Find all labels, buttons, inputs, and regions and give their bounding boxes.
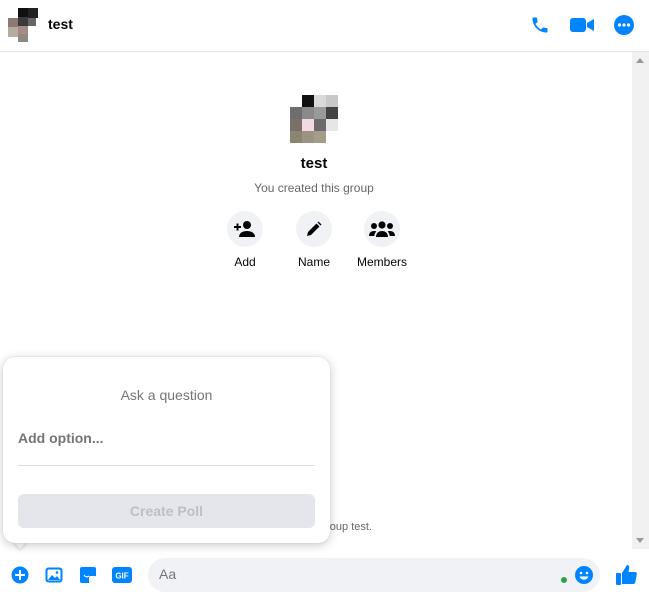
photo-icon[interactable] <box>44 565 64 585</box>
add-person-icon[interactable] <box>227 211 263 247</box>
thumbs-up-icon[interactable] <box>614 563 638 587</box>
gif-icon[interactable]: GIF <box>112 565 132 585</box>
members-action[interactable]: Members <box>347 211 417 269</box>
gif-icon-label: GIF <box>115 572 128 581</box>
rename-group-action[interactable]: Name <box>279 211 349 269</box>
poll-question-input[interactable] <box>18 387 315 403</box>
message-input-wrap[interactable] <box>148 558 600 592</box>
group-avatar-small[interactable] <box>4 6 40 44</box>
poll-popup: Create Poll <box>3 357 330 543</box>
scrollbar[interactable] <box>632 52 649 549</box>
sticker-icon[interactable] <box>78 565 98 585</box>
emoji-icon[interactable] <box>574 565 594 585</box>
group-avatar[interactable] <box>290 95 338 143</box>
poll-divider <box>18 465 315 466</box>
scroll-down-arrow-icon[interactable] <box>636 538 644 543</box>
online-status-dot <box>561 577 567 583</box>
video-camera-icon[interactable] <box>568 12 596 38</box>
poll-option-input[interactable] <box>18 430 315 446</box>
pencil-icon[interactable] <box>296 211 332 247</box>
members-icon[interactable] <box>364 211 400 247</box>
name-label: Name <box>297 255 330 269</box>
group-name: test <box>300 155 328 172</box>
more-options-icon[interactable] <box>611 12 637 38</box>
conversation-title[interactable]: test <box>48 16 73 32</box>
group-subtitle: You created this group <box>254 181 374 195</box>
conversation-header: test <box>0 0 649 52</box>
plus-icon[interactable] <box>10 565 30 585</box>
add-label: Add <box>234 255 256 269</box>
message-input[interactable] <box>159 566 539 582</box>
scroll-up-arrow-icon[interactable] <box>636 58 644 63</box>
phone-icon[interactable] <box>527 12 553 38</box>
members-label: Members <box>356 255 407 269</box>
create-poll-button[interactable]: Create Poll <box>18 494 315 528</box>
message-composer: GIF <box>0 553 649 601</box>
add-people-action[interactable]: Add <box>210 211 280 269</box>
